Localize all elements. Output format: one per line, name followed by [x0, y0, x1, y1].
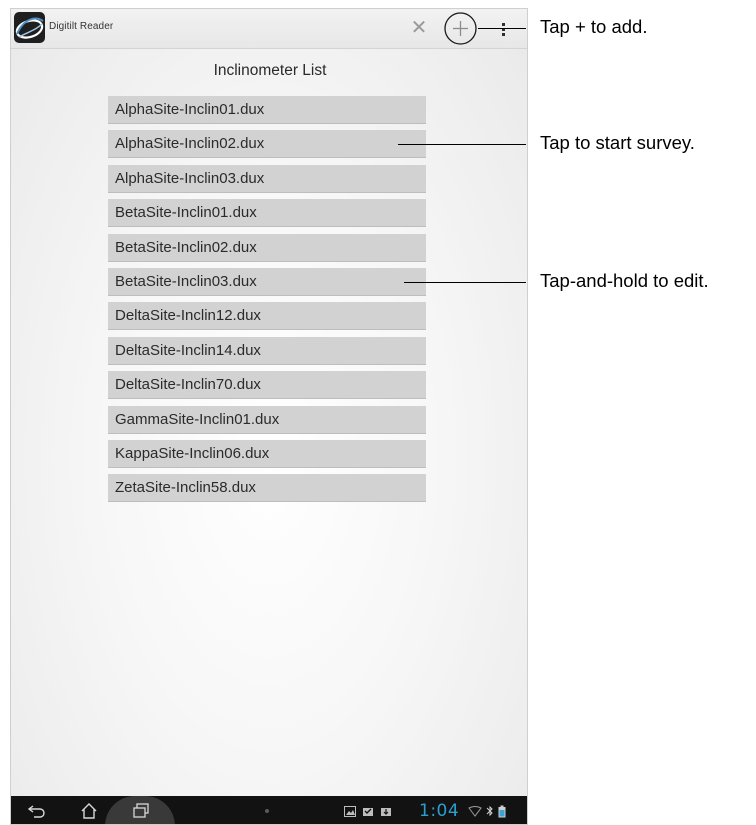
- callout-line-survey: [398, 144, 526, 145]
- callout-edit: Tap-and-hold to edit.: [540, 270, 709, 291]
- bluetooth-icon: [485, 801, 495, 821]
- list-item[interactable]: BetaSite-Inclin03.dux: [108, 267, 426, 296]
- action-bar: Digitilt Reader ✕: [11, 9, 527, 49]
- callout-line-add: [478, 28, 526, 29]
- app-title: Digitilt Reader: [49, 21, 114, 32]
- plus-icon: [444, 12, 477, 45]
- page-indicator-icon: [263, 801, 271, 821]
- close-icon[interactable]: ✕: [407, 15, 431, 41]
- recent-apps-icon[interactable]: [129, 801, 153, 821]
- list-item[interactable]: ZetaSite-Inclin58.dux: [108, 474, 426, 503]
- list-title: Inclinometer List: [213, 62, 327, 79]
- wifi-icon: [467, 801, 483, 821]
- list-item[interactable]: AlphaSite-Inclin01.dux: [108, 96, 426, 124]
- system-navigation-bar: 1:04: [11, 796, 527, 824]
- download-icon: [379, 801, 393, 821]
- callout-survey: Tap to start survey.: [540, 132, 695, 153]
- home-icon[interactable]: [77, 801, 101, 821]
- back-icon[interactable]: [25, 801, 49, 821]
- list-item[interactable]: AlphaSite-Inclin02.dux: [108, 130, 426, 159]
- tablet-screen: Digitilt Reader ✕ Inclinometer List Alph…: [10, 8, 528, 825]
- clock: 1:04: [419, 801, 460, 821]
- callout-line-edit: [404, 282, 526, 283]
- list-item[interactable]: GammaSite-Inclin01.dux: [108, 405, 426, 434]
- list-item[interactable]: BetaSite-Inclin02.dux: [108, 233, 426, 262]
- list-item[interactable]: DeltaSite-Inclin12.dux: [108, 302, 426, 331]
- page: Digitilt Reader ✕ Inclinometer List Alph…: [0, 0, 756, 825]
- menu-dot: [501, 32, 505, 36]
- list-item[interactable]: BetaSite-Inclin01.dux: [108, 199, 426, 228]
- list-item[interactable]: DeltaSite-Inclin70.dux: [108, 371, 426, 400]
- inclinometer-list: AlphaSite-Inclin01.dux AlphaSite-Inclin0…: [108, 96, 426, 509]
- list-item[interactable]: KappaSite-Inclin06.dux: [108, 439, 426, 468]
- add-button[interactable]: [443, 12, 478, 45]
- list-item[interactable]: AlphaSite-Inclin03.dux: [108, 164, 426, 193]
- callout-add: Tap + to add.: [540, 16, 648, 37]
- shopping-bag-icon: [361, 801, 375, 821]
- digitilt-logo-icon[interactable]: [14, 12, 45, 43]
- gallery-icon: [343, 801, 357, 821]
- menu-dot: [501, 22, 505, 26]
- battery-icon: [497, 801, 507, 821]
- overflow-menu-button[interactable]: [495, 17, 511, 41]
- list-item[interactable]: DeltaSite-Inclin14.dux: [108, 336, 426, 365]
